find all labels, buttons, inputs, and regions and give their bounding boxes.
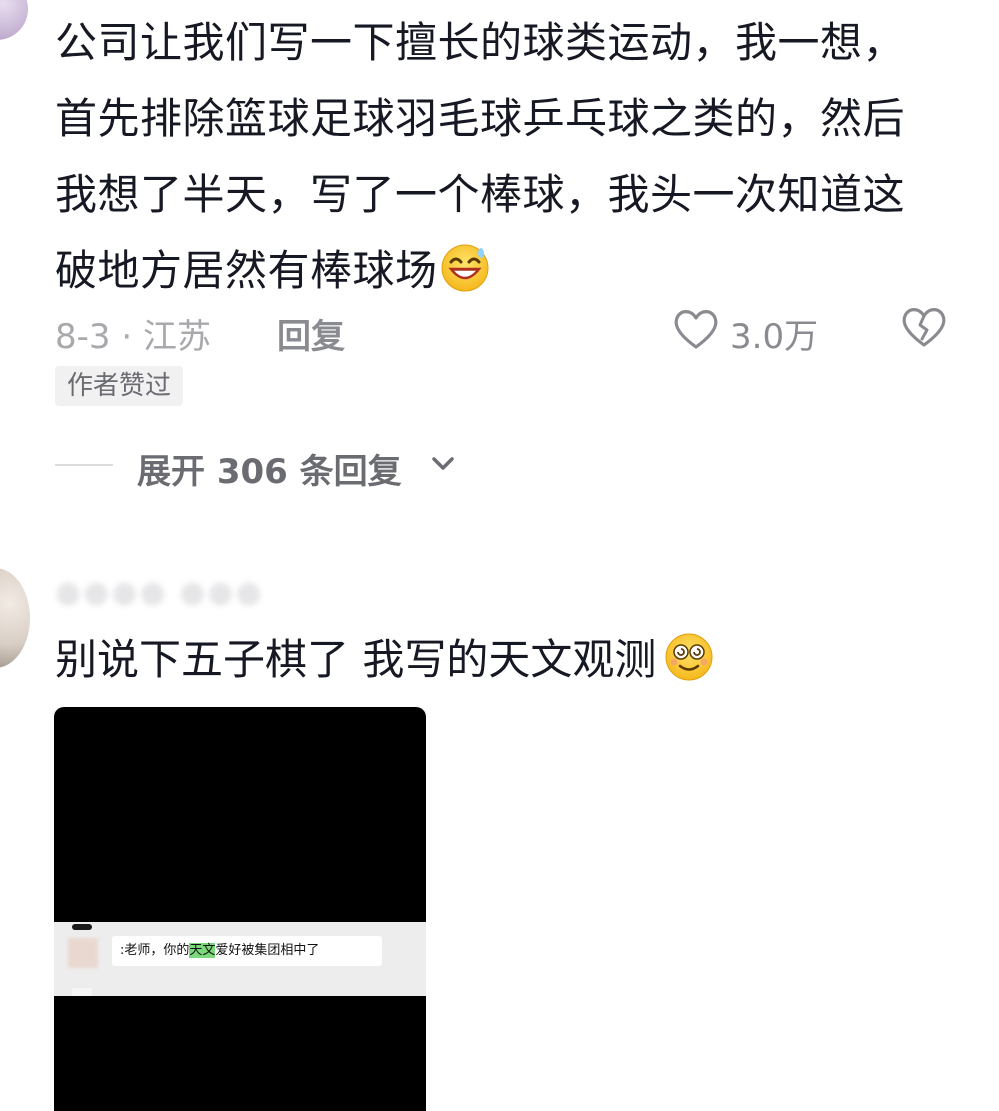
comment-text: 别说下五子棋了 我写的天文观测 xyxy=(55,628,714,692)
heart-icon xyxy=(674,310,718,349)
grinning-sweat-emoji-icon xyxy=(441,244,489,292)
comment-text: 公司让我们写一下擅长的球类运动，我一想，首先排除篮球足球羽毛球乒乓球之类的，然后… xyxy=(55,5,935,309)
chat-avatar-mark xyxy=(72,924,92,930)
user-avatar[interactable] xyxy=(0,0,28,40)
author-liked-badge: 作者赞过 xyxy=(55,366,184,406)
chat-avatar-mark xyxy=(72,988,92,996)
expand-replies-label: 展开 306 条回复 xyxy=(137,452,402,492)
comment-image[interactable]: :老师，你的天文爱好被集团相中了 xyxy=(54,707,426,1111)
dizzy-smile-emoji-icon xyxy=(665,633,713,681)
blurred-username: ●●●● ●●● xyxy=(55,575,264,610)
chat-text-highlight: 天文 xyxy=(189,943,216,958)
chevron-down-icon xyxy=(432,457,454,470)
chat-screenshot-strip: :老师，你的天文爱好被集团相中了 xyxy=(54,922,426,996)
like-count: 3.0万 xyxy=(730,317,819,357)
user-avatar[interactable] xyxy=(0,568,30,668)
comment-body: 别说下五子棋了 我写的天文观测 xyxy=(55,635,657,684)
divider-line xyxy=(55,464,113,466)
broken-heart-icon xyxy=(902,308,946,347)
date-location: 8-3 · 江苏 xyxy=(55,317,211,357)
reply-button[interactable]: 回复 xyxy=(277,309,345,358)
chat-text-before: 老师，你的 xyxy=(124,943,190,958)
chat-avatar xyxy=(68,938,98,968)
dislike-button[interactable] xyxy=(900,305,948,358)
chat-text-after: 爱好被集团相中了 xyxy=(215,943,320,958)
comment-meta-row: 8-3 · 江苏 回复 3.0万 xyxy=(55,303,955,358)
chat-message-bubble: :老师，你的天文爱好被集团相中了 xyxy=(112,936,382,966)
